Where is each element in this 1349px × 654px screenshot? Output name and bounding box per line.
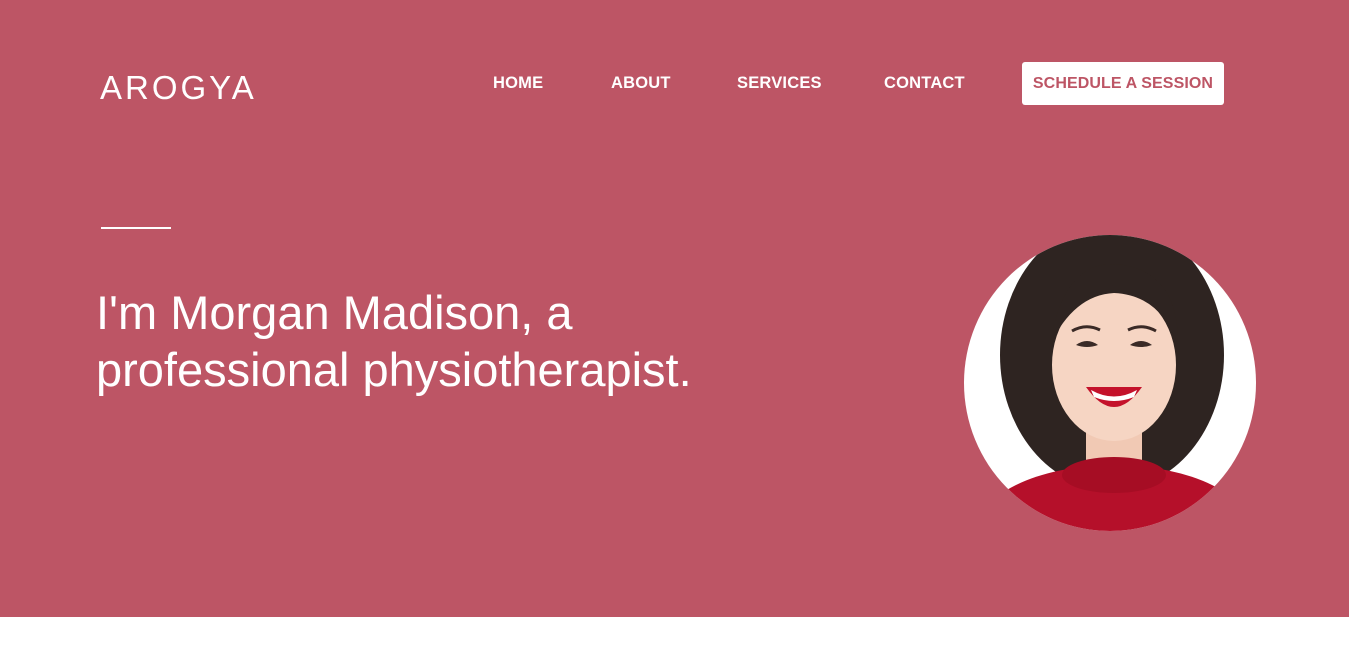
site-logo[interactable]: AROGYA [100, 68, 257, 108]
portrait-photo [964, 235, 1256, 531]
schedule-session-button[interactable]: SCHEDULE A SESSION [1022, 62, 1224, 105]
nav-about-link[interactable]: ABOUT [611, 72, 671, 94]
accent-divider [101, 227, 171, 229]
portrait-illustration [974, 235, 1254, 531]
hero-headline: I'm Morgan Madison, a professional physi… [96, 286, 692, 396]
nav-services-link[interactable]: SERVICES [737, 72, 822, 94]
nav-contact-link[interactable]: CONTACT [884, 72, 965, 94]
hero-section: AROGYA HOME ABOUT SERVICES CONTACT SCHED… [0, 0, 1349, 617]
nav-home-link[interactable]: HOME [493, 72, 543, 94]
